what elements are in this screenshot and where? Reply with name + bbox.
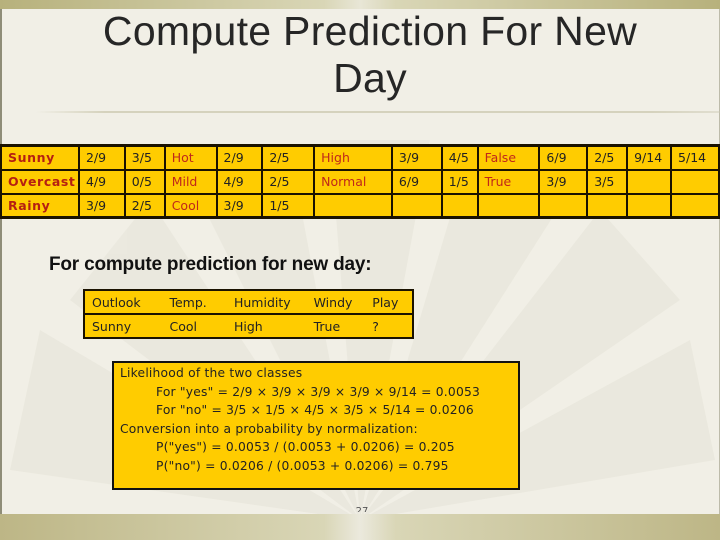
likelihood-no: For "no" = 3/5 × 1/5 × 4/5 × 3/5 × 5/14 … [156,403,474,418]
outlook-value-cell: Rainy [0,192,80,219]
outlook-value-cell: Sunny [0,144,80,171]
conditional-probability-table: Sunny 2/9 3/5 Hot 2/9 2/5 High 3/9 4/5 False 6/9 2/… [0,144,720,219]
probability-cell [440,192,479,219]
probability-cell: 2/5 [261,168,316,195]
left-border-line [0,9,2,514]
table-row: Sunny 2/9 3/5 Hot 2/9 2/5 High 3/9 4/5 False 6/9 2/… [0,144,720,171]
value-play: ? [372,318,379,334]
attribute-value-cell: Hot [163,144,218,171]
page-number: 27 [355,506,369,512]
probability-cell [586,192,629,219]
header-windy: Windy [306,290,366,315]
probability-cell [626,168,673,195]
new-day-header-row: Outlook Temp. Humidity Windy Play [84,290,413,315]
probability-cell: 2/9 [77,144,126,171]
probability-cell: 5/14 [670,144,720,171]
slide-title: Compute Prediction For New Day [102,8,638,101]
probability-cell: 4/9 [77,168,126,195]
value-humidity: High [233,318,263,334]
attribute-value-cell [313,192,393,219]
probability-cell: 0/5 [123,168,166,195]
normalization-heading: Conversion into a probability by normali… [120,421,418,436]
probability-cell: 3/9 [77,192,126,219]
probability-cell: 3/5 [123,144,166,171]
table-row: Rainy 3/9 2/5 Cool 3/9 1/5 [0,192,720,219]
header-humidity: Humidity [226,290,307,315]
likelihood-yes: For "yes" = 2/9 × 3/9 × 3/9 × 3/9 × 9/14… [156,384,481,399]
header-play: Play [365,290,413,315]
probability-cell: 6/9 [390,168,443,195]
probability-cell: 4/9 [215,168,264,195]
probability-cell [390,192,443,219]
attribute-value-cell: True [476,168,541,195]
probability-cell: 6/9 [538,144,589,171]
value-windy: True [313,318,341,334]
attribute-value-cell: Mild [163,168,218,195]
probability-cell: 3/9 [215,192,264,219]
table-row: Overcast 4/9 0/5 Mild 4/9 2/5 Normal 6/9 1/5 True… [0,168,720,195]
probability-cell: 4/5 [440,144,479,171]
attribute-value-cell: High [313,144,393,171]
value-outlook: Sunny [92,318,132,334]
probability-cell: 3/9 [390,144,443,171]
probability-cell: 3/5 [586,168,629,195]
probability-cell [626,192,673,219]
probability-cell: 2/9 [215,144,264,171]
probability-cell: 2/5 [261,144,316,171]
new-day-table: Outlook Temp. Humidity Windy Play Sunny … [83,289,414,339]
probability-cell: 1/5 [261,192,316,219]
attribute-value-cell: Normal [313,168,393,195]
probability-cell [670,192,720,219]
bottom-decorative-bar [0,514,720,540]
outlook-value-cell: Overcast [0,168,80,195]
attribute-value-cell [476,192,541,219]
attribute-value-cell: False [476,144,541,171]
attribute-value-cell: Cool [163,192,218,219]
new-day-value-row: Sunny Cool High True ? [84,314,413,338]
probability-cell: 2/5 [586,144,629,171]
title-divider [36,111,720,113]
probability-yes: P("yes") = 0.0053 / (0.0053 + 0.0206) = … [156,440,455,455]
probability-no: P("no") = 0.0206 / (0.0053 + 0.0206) = 0… [156,458,449,473]
new-day-heading: For compute prediction for new day: [49,254,372,275]
likelihood-heading: Likelihood of the two classes [120,366,303,380]
probability-cell: 3/9 [538,168,589,195]
probability-cell: 9/14 [626,144,673,171]
probability-cell [538,192,589,219]
probability-cell: 2/5 [123,192,166,219]
probability-cell: 1/5 [440,168,479,195]
header-temp: Temp. [162,290,227,315]
value-temp: Cool [169,318,197,334]
header-outlook: Outlook [84,290,163,315]
likelihood-calculation-box: Likelihood of the two classes For "yes" … [112,361,520,490]
probability-cell [670,168,720,195]
